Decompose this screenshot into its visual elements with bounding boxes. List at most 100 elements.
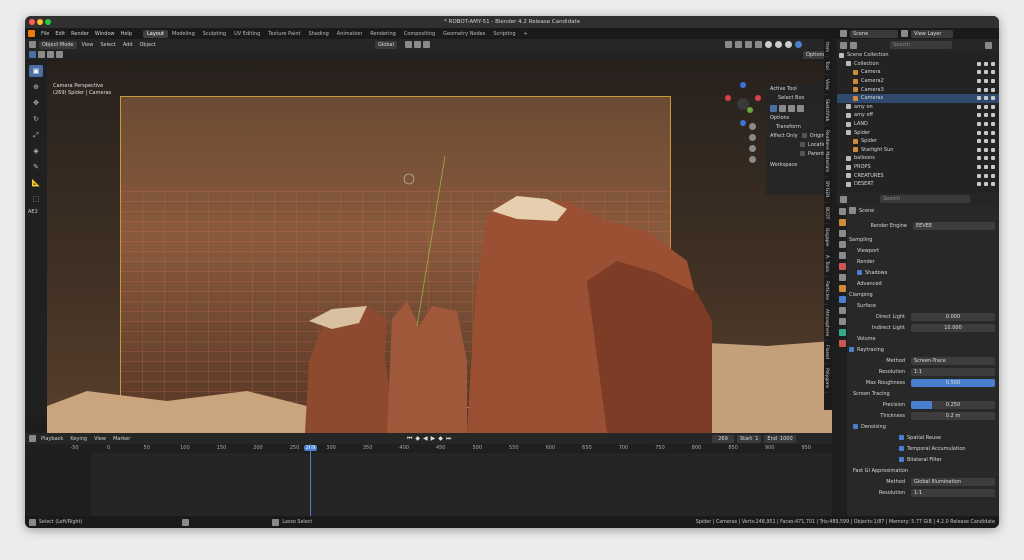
exclude-checkbox-icon[interactable] [977, 139, 981, 144]
gi-resolution-dropdown[interactable]: 1:1 [911, 488, 995, 497]
scale-tool-icon[interactable]: ⤢ [29, 129, 43, 141]
tab-by-gen[interactable]: BY-GEN [824, 177, 829, 203]
volume-subpanel[interactable]: Volume [857, 336, 876, 342]
camera-render-icon[interactable] [991, 104, 995, 109]
eye-icon[interactable] [984, 182, 988, 187]
outliner-row[interactable]: DESERT [837, 180, 999, 189]
zoom-view-icon[interactable] [749, 123, 756, 130]
eye-icon[interactable] [984, 113, 988, 118]
end-frame-field[interactable]: 1000 [780, 435, 793, 443]
add-workspace-icon[interactable]: + [520, 30, 532, 38]
zoom-window-button[interactable] [45, 19, 51, 25]
exclude-checkbox-icon[interactable] [977, 156, 981, 161]
tab-bagapie[interactable]: Bagapie [824, 224, 829, 252]
overlay-icon[interactable] [745, 41, 752, 48]
visibility-toggles[interactable] [977, 96, 995, 101]
view-layer-tab-icon[interactable] [839, 241, 846, 248]
exclude-checkbox-icon[interactable] [977, 130, 981, 135]
camera-render-icon[interactable] [991, 122, 995, 127]
outliner-row[interactable]: PROPS [837, 163, 999, 172]
temporal-accumulation-checkbox[interactable]: Temporal Accumulation [907, 446, 966, 452]
timeline-ruler[interactable]: -500501001502002502693003504004505005506… [25, 444, 851, 453]
eye-icon[interactable] [984, 96, 988, 101]
select-box-tool[interactable]: Select Box [770, 94, 832, 103]
outliner-row[interactable]: Collection [837, 60, 999, 69]
visibility-toggles[interactable] [977, 156, 995, 161]
camera-render-icon[interactable] [991, 87, 995, 92]
outliner-row[interactable]: Starlight Sun [837, 146, 999, 155]
jump-start-icon[interactable]: ⏮ [407, 435, 412, 443]
shading-material-icon[interactable] [785, 41, 792, 48]
eye-icon[interactable] [984, 130, 988, 135]
outliner-row[interactable]: amy off [837, 111, 999, 120]
workspace-tab-texture-paint[interactable]: Texture Paint [264, 30, 304, 38]
exclude-checkbox-icon[interactable] [977, 173, 981, 178]
select-mode-icon[interactable] [29, 51, 36, 58]
workspace-tab-compositing[interactable]: Compositing [400, 30, 439, 38]
tool-tab-icon[interactable] [839, 208, 846, 215]
workspace-tab-uv-editing[interactable]: UV Editing [230, 30, 264, 38]
viewport-menu-select[interactable]: Select [98, 42, 117, 48]
exclude-checkbox-icon[interactable] [977, 61, 981, 66]
workspace-tab-modeling[interactable]: Modeling [168, 30, 199, 38]
xray-icon[interactable] [755, 41, 762, 48]
playhead[interactable] [309, 444, 311, 516]
move-tool-icon[interactable]: ✥ [29, 97, 43, 109]
eye-icon[interactable] [984, 70, 988, 75]
workspace-tab-geometry-nodes[interactable]: Geometry Nodes [439, 30, 489, 38]
3d-viewport[interactable]: Camera Perspective (269) Spider | Camera… [47, 61, 832, 433]
properties-editor-icon[interactable] [840, 195, 847, 203]
physics-tab-icon[interactable] [839, 318, 846, 325]
viewport-subpanel[interactable]: Viewport [857, 248, 879, 254]
viewport-menu-object[interactable]: Object [138, 42, 158, 48]
exclude-checkbox-icon[interactable] [977, 96, 981, 101]
outliner-row[interactable]: Camera [837, 68, 999, 77]
exclude-checkbox-icon[interactable] [977, 87, 981, 92]
close-window-button[interactable] [29, 19, 35, 25]
tab-tool[interactable]: Tool [824, 57, 829, 75]
outliner-row[interactable]: balloons [837, 154, 999, 163]
transform-tool-icon[interactable]: ◈ [29, 145, 43, 157]
gi-method-dropdown[interactable]: Global Illumination [911, 477, 995, 486]
data-tab-icon[interactable] [839, 340, 846, 347]
max-roughness-slider[interactable]: 0.500 [911, 378, 995, 387]
shading-rendered-icon[interactable] [795, 41, 802, 48]
eye-icon[interactable] [984, 87, 988, 92]
visibility-icon[interactable] [725, 41, 732, 48]
tab-sketchfab[interactable]: Sketchfab [824, 95, 829, 127]
visibility-toggles[interactable] [977, 70, 995, 75]
view-layer-selector[interactable]: View Layer [911, 29, 953, 38]
workspace-subpanel[interactable]: Workspace [770, 161, 832, 170]
outliner-display-mode-icon[interactable] [850, 41, 857, 49]
timeline-menu-keying[interactable]: Keying [68, 436, 89, 442]
render-subpanel[interactable]: Render [857, 259, 875, 265]
camera-render-icon[interactable] [991, 147, 995, 152]
collection-tab-icon[interactable] [839, 274, 846, 281]
cursor-tool-icon[interactable]: ⊕ [29, 81, 43, 93]
outliner-row[interactable]: Camera2 [837, 77, 999, 86]
surface-subpanel[interactable]: Surface [857, 303, 876, 309]
eye-icon[interactable] [984, 156, 988, 161]
timeline-menu-marker[interactable]: Marker [111, 436, 132, 442]
tab-bcdt[interactable]: BCDT [824, 203, 829, 224]
tab-polygons[interactable]: Polygons [824, 364, 829, 394]
fast-gi-subpanel[interactable]: Fast GI Approximation [853, 468, 908, 474]
outliner-row[interactable]: Spider [837, 128, 999, 137]
outliner-row[interactable]: amy on [837, 103, 999, 112]
tab-a-tools[interactable]: A. Tools [824, 251, 829, 278]
outliner-row[interactable]: Spider [837, 137, 999, 146]
transform-orientation-dropdown[interactable]: Global [375, 40, 397, 49]
play-icon[interactable]: ▶ [431, 435, 436, 443]
exclude-checkbox-icon[interactable] [977, 70, 981, 75]
timeline-menu-playback[interactable]: Playback [39, 436, 65, 442]
visibility-toggles[interactable] [977, 165, 995, 170]
eye-icon[interactable] [984, 79, 988, 84]
select-invert-icon[interactable] [56, 51, 63, 58]
outliner-search-input[interactable]: Search [890, 41, 952, 49]
mode-subtract-icon[interactable] [788, 105, 795, 112]
measure-tool-icon[interactable]: 📐 [29, 177, 43, 189]
tab-atmosphere[interactable]: Atmosphere [824, 305, 829, 342]
render-engine-dropdown[interactable]: EEVEE [913, 221, 995, 230]
thickness-field[interactable]: 0.2 m [911, 411, 995, 420]
menu-window[interactable]: Window [92, 31, 118, 37]
